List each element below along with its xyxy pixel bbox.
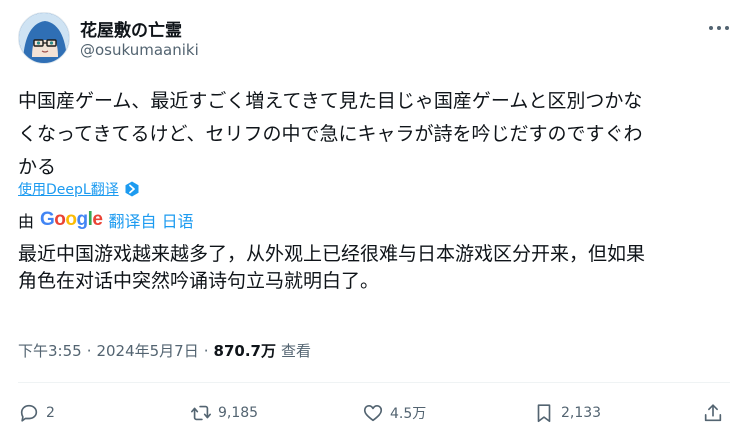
deepl-translate-label[interactable]: 使用DeepL翻译 bbox=[18, 179, 119, 199]
share-button[interactable] bbox=[702, 398, 724, 428]
views-label: 查看 bbox=[280, 342, 311, 360]
views-count[interactable]: 870.7万 bbox=[214, 340, 276, 361]
more-button[interactable] bbox=[705, 18, 733, 38]
share-icon bbox=[704, 404, 722, 422]
like-button[interactable]: 4.5万 bbox=[362, 398, 426, 428]
google-logo-letter: o bbox=[65, 209, 77, 230]
translated-text: 最近中国游戏越来越多了，从外观上已经很难与日本游戏区分开来，但如果 角色在对话中… bbox=[18, 241, 730, 295]
meta-separator: · bbox=[86, 341, 92, 360]
google-logo: Google bbox=[40, 209, 103, 231]
tweet-text: 中国産ゲーム、最近すごく増えてきて見た目じゃ国産ゲームと区別つかな くなってきて… bbox=[18, 85, 730, 184]
divider bbox=[18, 382, 730, 383]
reply-count: 2 bbox=[46, 405, 55, 421]
meta-separator: · bbox=[203, 341, 209, 360]
translated-from-link[interactable]: 翻译自 日语 bbox=[108, 208, 193, 232]
retweet-count: 9,185 bbox=[218, 405, 259, 421]
translated-text-line: 最近中国游戏越来越多了，从外观上已经很难与日本游戏区分开来，但如果 bbox=[18, 243, 646, 265]
reply-button[interactable]: 2 bbox=[18, 398, 55, 428]
tweet-text-line: くなってきてるけど、セリフの中で急にキャラが詩を吟じだすのですぐわ bbox=[18, 123, 643, 145]
google-logo-letter: g bbox=[76, 209, 89, 230]
tweet-meta: 下午3:55 · 2024年5月7日 · 870.7万 查看 bbox=[18, 340, 311, 361]
bookmark-icon bbox=[537, 404, 551, 423]
google-logo-letter: o bbox=[54, 209, 66, 230]
display-name[interactable]: 花屋敷の亡霊 bbox=[80, 16, 182, 41]
user-handle[interactable]: @osukumaaniki bbox=[80, 41, 199, 59]
more-icon bbox=[709, 26, 729, 30]
deepl-verified-icon bbox=[125, 181, 139, 197]
reply-icon bbox=[20, 404, 38, 422]
bookmark-count: 2,133 bbox=[561, 405, 602, 421]
like-icon bbox=[363, 405, 383, 422]
deepl-translate-link[interactable]: 使用DeepL翻译 bbox=[18, 179, 140, 199]
like-count: 4.5万 bbox=[390, 406, 427, 422]
action-bar: 2 9,185 4.5万 2,133 bbox=[18, 398, 730, 428]
translated-text-line: 角色在对话中突然吟诵诗句立马就明白了。 bbox=[18, 270, 380, 292]
bookmark-button[interactable]: 2,133 bbox=[533, 398, 601, 428]
tweet-header: 花屋敷の亡霊 @osukumaaniki bbox=[18, 12, 733, 68]
google-logo-letter: G bbox=[40, 209, 55, 230]
tweet-time[interactable]: 下午3:55 bbox=[18, 340, 82, 361]
translated-by-label: 由 bbox=[18, 212, 35, 231]
retweet-icon bbox=[191, 405, 211, 421]
tweet-text-line: 中国産ゲーム、最近すごく増えてきて見た目じゃ国産ゲームと区別つかな bbox=[18, 90, 643, 112]
tweet-date[interactable]: 2024年5月7日 bbox=[96, 340, 198, 361]
avatar[interactable] bbox=[18, 12, 70, 64]
google-logo-letter: e bbox=[92, 209, 103, 230]
translation-attribution: 由 Google 翻译自 日语 bbox=[18, 208, 194, 232]
retweet-button[interactable]: 9,185 bbox=[190, 398, 258, 428]
